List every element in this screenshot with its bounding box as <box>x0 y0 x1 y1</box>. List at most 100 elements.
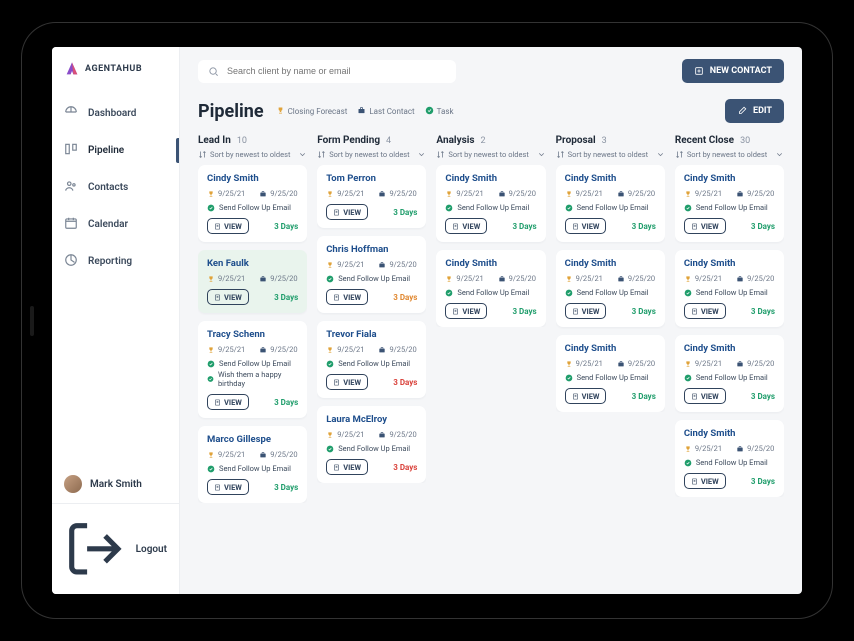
card-client-name[interactable]: Cindy Smith <box>684 173 775 184</box>
view-button[interactable]: VIEW <box>684 218 726 234</box>
card-footer: VIEW 3 Days <box>207 218 298 234</box>
pipeline-card[interactable]: Cindy Smith 9/25/21 9/25/20 Send Follow … <box>436 165 545 242</box>
current-user[interactable]: Mark Smith <box>52 465 179 503</box>
view-button[interactable]: VIEW <box>326 289 368 305</box>
card-client-name[interactable]: Cindy Smith <box>445 173 536 184</box>
pipeline-card[interactable]: Cindy Smith 9/25/21 9/25/20 Send Follow … <box>675 250 784 327</box>
column-title: Analysis <box>436 135 474 146</box>
view-label: VIEW <box>224 398 242 407</box>
view-button[interactable]: VIEW <box>207 394 249 410</box>
column-header: Proposal 3 <box>556 135 665 146</box>
card-client-name[interactable]: Marco Gillespe <box>207 434 298 445</box>
chevron-down-icon <box>298 150 307 159</box>
pipeline-card[interactable]: Cindy Smith 9/25/21 9/25/20 Send Follow … <box>556 335 665 412</box>
card-client-name[interactable]: Cindy Smith <box>445 258 536 269</box>
pipeline-card[interactable]: Trevor Fiala 9/25/21 9/25/20 Send Follow… <box>317 321 426 398</box>
view-button[interactable]: VIEW <box>565 388 607 404</box>
card-dates: 9/25/21 9/25/20 <box>445 274 536 283</box>
pipeline-card[interactable]: Cindy Smith 9/25/21 9/25/20 Send Follow … <box>675 420 784 497</box>
pipeline-card[interactable]: Tom Perron 9/25/21 9/25/20 VIEW 3 Days <box>317 165 426 228</box>
pipeline-card[interactable]: Cindy Smith 9/25/21 9/25/20 Send Follow … <box>436 250 545 327</box>
view-button[interactable]: VIEW <box>207 289 249 305</box>
card-client-name[interactable]: Cindy Smith <box>207 173 298 184</box>
card-client-name[interactable]: Cindy Smith <box>684 428 775 439</box>
reporting-icon <box>64 253 78 270</box>
last-contact-date: 9/25/20 <box>378 260 416 269</box>
column-form-pending: Form Pending 4 Sort by newest to oldest … <box>317 135 426 580</box>
card-client-name[interactable]: Cindy Smith <box>684 343 775 354</box>
task-label: Send Follow Up Email <box>696 458 768 467</box>
new-contact-button[interactable]: NEW CONTACT <box>682 59 784 83</box>
card-client-name[interactable]: Cindy Smith <box>565 258 656 269</box>
pipeline-card[interactable]: Cindy Smith 9/25/21 9/25/20 Send Follow … <box>556 165 665 242</box>
document-icon <box>214 223 221 230</box>
view-button[interactable]: VIEW <box>684 388 726 404</box>
card-client-name[interactable]: Tracy Schenn <box>207 329 298 340</box>
task-label: Send Follow Up Email <box>219 359 291 368</box>
pipeline-card[interactable]: Chris Hoffman 9/25/21 9/25/20 Send Follo… <box>317 236 426 313</box>
pipeline-card[interactable]: Laura McElroy 9/25/21 9/25/20 Send Follo… <box>317 406 426 483</box>
card-client-name[interactable]: Trevor Fiala <box>326 329 417 340</box>
sort-dropdown[interactable]: Sort by newest to oldest <box>675 150 784 159</box>
logout-button[interactable]: Logout <box>52 503 179 594</box>
search-input[interactable] <box>227 66 446 76</box>
pipeline-card[interactable]: Tracy Schenn 9/25/21 9/25/20 Send Follow… <box>198 321 307 418</box>
column-header: Recent Close 30 <box>675 135 784 146</box>
view-button[interactable]: VIEW <box>565 303 607 319</box>
sort-dropdown[interactable]: Sort by newest to oldest <box>198 150 307 159</box>
sidebar-item-pipeline[interactable]: Pipeline <box>52 132 179 169</box>
sidebar-item-calendar[interactable]: Calendar <box>52 206 179 243</box>
edit-button[interactable]: EDIT <box>725 99 784 123</box>
pipeline-card[interactable]: Cindy Smith 9/25/21 9/25/20 Send Follow … <box>675 335 784 412</box>
sort-dropdown[interactable]: Sort by newest to oldest <box>556 150 665 159</box>
view-button[interactable]: VIEW <box>326 459 368 475</box>
card-dates: 9/25/21 9/25/20 <box>207 274 298 283</box>
card-dates: 9/25/21 9/25/20 <box>326 260 417 269</box>
view-button[interactable]: VIEW <box>207 218 249 234</box>
pipeline-card[interactable]: Marco Gillespe 9/25/21 9/25/20 Send Foll… <box>198 426 307 503</box>
sidebar-item-dashboard[interactable]: Dashboard <box>52 95 179 132</box>
card-footer: VIEW 3 Days <box>684 473 775 489</box>
view-button[interactable]: VIEW <box>565 218 607 234</box>
card-task: Send Follow Up Email <box>207 359 298 368</box>
card-client-name[interactable]: Cindy Smith <box>684 258 775 269</box>
sort-dropdown[interactable]: Sort by newest to oldest <box>317 150 426 159</box>
card-client-name[interactable]: Cindy Smith <box>565 343 656 354</box>
card-client-name[interactable]: Chris Hoffman <box>326 244 417 255</box>
legend-label: Last Contact <box>369 107 414 116</box>
sort-label: Sort by newest to oldest <box>687 150 767 159</box>
column-recent-close: Recent Close 30 Sort by newest to oldest… <box>675 135 784 580</box>
view-button[interactable]: VIEW <box>326 374 368 390</box>
closing-date: 9/25/21 <box>326 189 364 198</box>
view-button[interactable]: VIEW <box>445 218 487 234</box>
sidebar-item-reporting[interactable]: Reporting <box>52 243 179 280</box>
view-button[interactable]: VIEW <box>207 479 249 495</box>
sidebar-item-contacts[interactable]: Contacts <box>52 169 179 206</box>
document-icon <box>572 308 579 315</box>
document-icon <box>572 393 579 400</box>
card-client-name[interactable]: Cindy Smith <box>565 173 656 184</box>
page-title: Pipeline <box>198 101 264 122</box>
page-header: Pipeline Closing ForecastLast ContactTas… <box>180 89 802 131</box>
pipeline-card[interactable]: Ken Faulk 9/25/21 9/25/20 VIEW 3 Days <box>198 250 307 313</box>
view-button[interactable]: VIEW <box>684 473 726 489</box>
view-button[interactable]: VIEW <box>326 204 368 220</box>
sort-dropdown[interactable]: Sort by newest to oldest <box>436 150 545 159</box>
edit-label: EDIT <box>753 106 772 116</box>
card-client-name[interactable]: Tom Perron <box>326 173 417 184</box>
view-button[interactable]: VIEW <box>684 303 726 319</box>
days-indicator: 3 Days <box>751 222 775 231</box>
closing-date: 9/25/21 <box>445 189 483 198</box>
pipeline-card[interactable]: Cindy Smith 9/25/21 9/25/20 Send Follow … <box>675 165 784 242</box>
card-dates: 9/25/21 9/25/20 <box>684 189 775 198</box>
card-client-name[interactable]: Laura McElroy <box>326 414 417 425</box>
pipeline-card[interactable]: Cindy Smith 9/25/21 9/25/20 Send Follow … <box>556 250 665 327</box>
view-button[interactable]: VIEW <box>445 303 487 319</box>
pipeline-card[interactable]: Cindy Smith 9/25/21 9/25/20 Send Follow … <box>198 165 307 242</box>
plus-user-icon <box>694 66 704 76</box>
card-client-name[interactable]: Ken Faulk <box>207 258 298 269</box>
view-label: VIEW <box>224 293 242 302</box>
card-footer: VIEW 3 Days <box>326 459 417 475</box>
card-list: Cindy Smith 9/25/21 9/25/20 Send Follow … <box>675 165 784 497</box>
search-box[interactable] <box>198 60 456 83</box>
